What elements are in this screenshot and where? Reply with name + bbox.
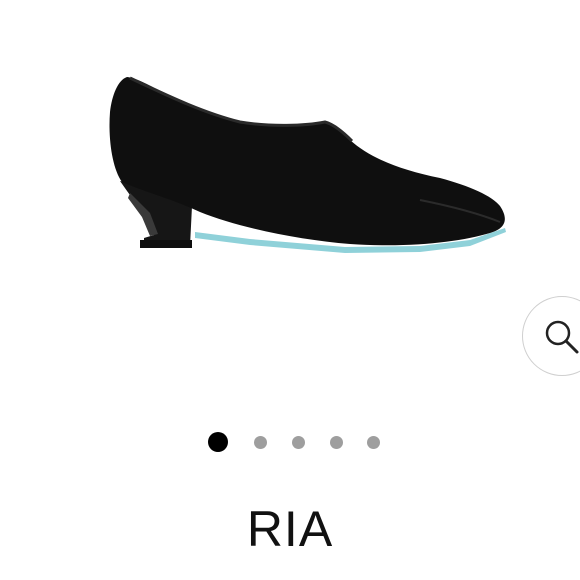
carousel-dot-3[interactable]	[292, 436, 305, 449]
product-title: RIA	[246, 501, 334, 557]
carousel-dot-4[interactable]	[330, 436, 343, 449]
heel-tip	[140, 240, 192, 248]
product-page: RIA	[0, 0, 580, 580]
product-image[interactable]	[0, 0, 580, 300]
carousel-dot-2[interactable]	[254, 436, 267, 449]
carousel-dot-5[interactable]	[367, 436, 380, 449]
magnifier-icon	[545, 320, 579, 354]
zoom-button[interactable]	[522, 296, 580, 376]
product-gallery	[0, 0, 580, 410]
carousel-dots	[0, 430, 580, 454]
carousel-dot-1[interactable]	[208, 432, 228, 452]
